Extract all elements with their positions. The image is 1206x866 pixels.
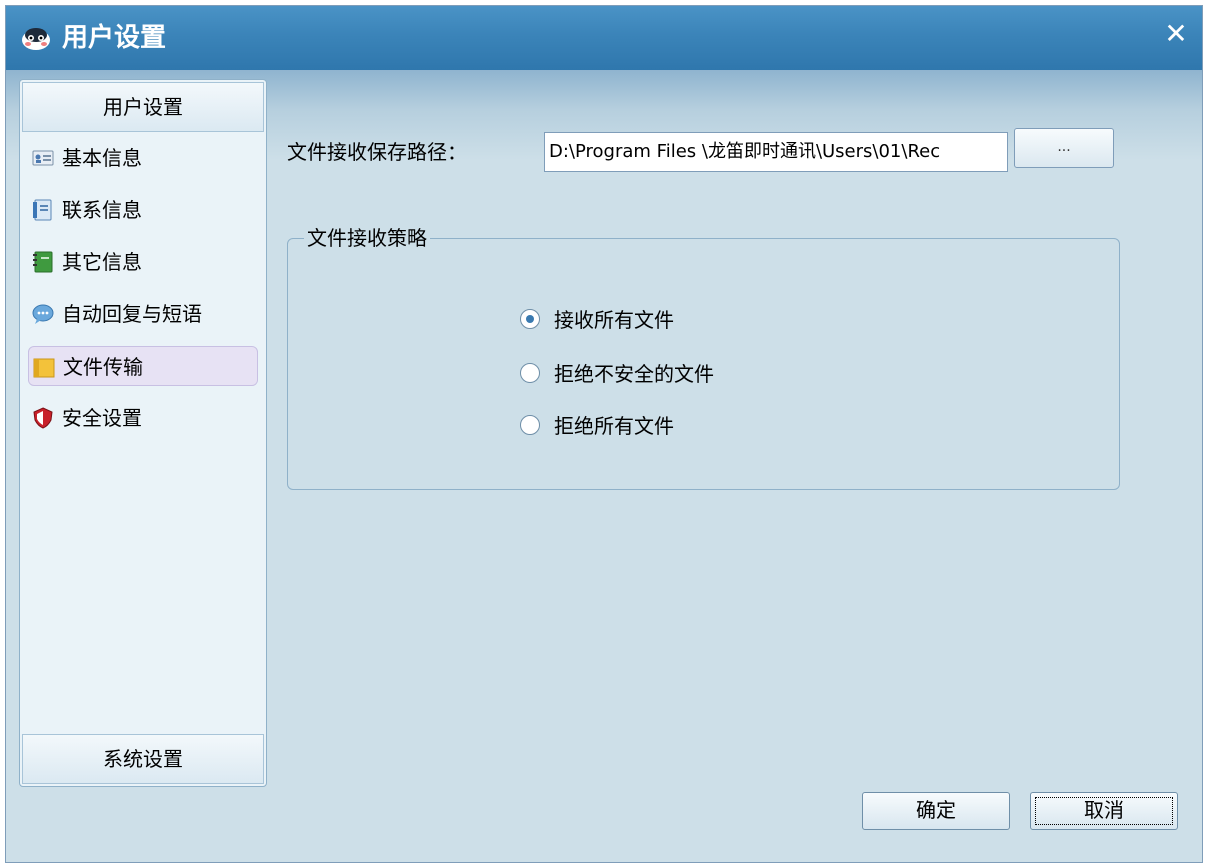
- sidebar-item-other-info[interactable]: 其它信息: [28, 242, 258, 282]
- radio-button-icon[interactable]: [520, 309, 540, 329]
- penguin-icon: [22, 28, 50, 50]
- radio-label: 拒绝不安全的文件: [554, 362, 714, 386]
- receive-policy-title: 文件接收策略: [304, 225, 430, 251]
- radio-button-icon[interactable]: [520, 415, 540, 435]
- browse-button[interactable]: ...: [1014, 128, 1114, 168]
- cancel-button[interactable]: 取消: [1030, 792, 1178, 830]
- sidebar-header-system-settings[interactable]: 系统设置: [22, 734, 264, 784]
- sidebar-header-user-settings[interactable]: 用户设置: [22, 82, 264, 132]
- sidebar-item-label: 其它信息: [62, 250, 142, 274]
- notebook-icon: [33, 251, 53, 273]
- sidebar-item-contact-info[interactable]: 联系信息: [28, 190, 258, 230]
- radio-label: 拒绝所有文件: [554, 414, 674, 438]
- ok-button[interactable]: 确定: [862, 792, 1010, 830]
- save-path-label: 文件接收保存路径：: [287, 140, 467, 164]
- folder-icon: [33, 358, 55, 378]
- sidebar-item-basic-info[interactable]: 基本信息: [28, 138, 258, 178]
- sidebar-item-label: 安全设置: [62, 406, 142, 430]
- sidebar-item-label: 联系信息: [62, 198, 142, 222]
- close-icon[interactable]: ✕: [1162, 20, 1190, 48]
- settings-sidebar: 用户设置 基本信息 联系信息 其它信息 自动回复与短语 文件传输 安全设置 系统…: [19, 79, 267, 787]
- radio-selected-dot: [526, 315, 534, 323]
- id-card-icon: [32, 150, 54, 166]
- focus-rect: [1035, 797, 1173, 825]
- window-title: 用户设置: [62, 23, 167, 53]
- save-path-input[interactable]: D:\Program Files \龙笛即时通讯\Users\01\Rec: [544, 132, 1008, 172]
- speech-bubble-icon: [32, 304, 54, 324]
- sidebar-item-auto-reply[interactable]: 自动回复与短语: [28, 294, 258, 334]
- shield-icon: [33, 407, 53, 429]
- sidebar-item-file-transfer[interactable]: 文件传输: [28, 346, 258, 386]
- contact-card-icon: [33, 199, 52, 221]
- sidebar-item-security[interactable]: 安全设置: [28, 398, 258, 438]
- radio-label: 接收所有文件: [554, 308, 674, 332]
- title-bar[interactable]: 用户设置 ✕: [6, 6, 1202, 70]
- sidebar-item-label: 基本信息: [62, 146, 142, 170]
- radio-button-icon[interactable]: [520, 363, 540, 383]
- sidebar-item-label: 自动回复与短语: [62, 302, 202, 326]
- sidebar-item-label: 文件传输: [63, 355, 143, 379]
